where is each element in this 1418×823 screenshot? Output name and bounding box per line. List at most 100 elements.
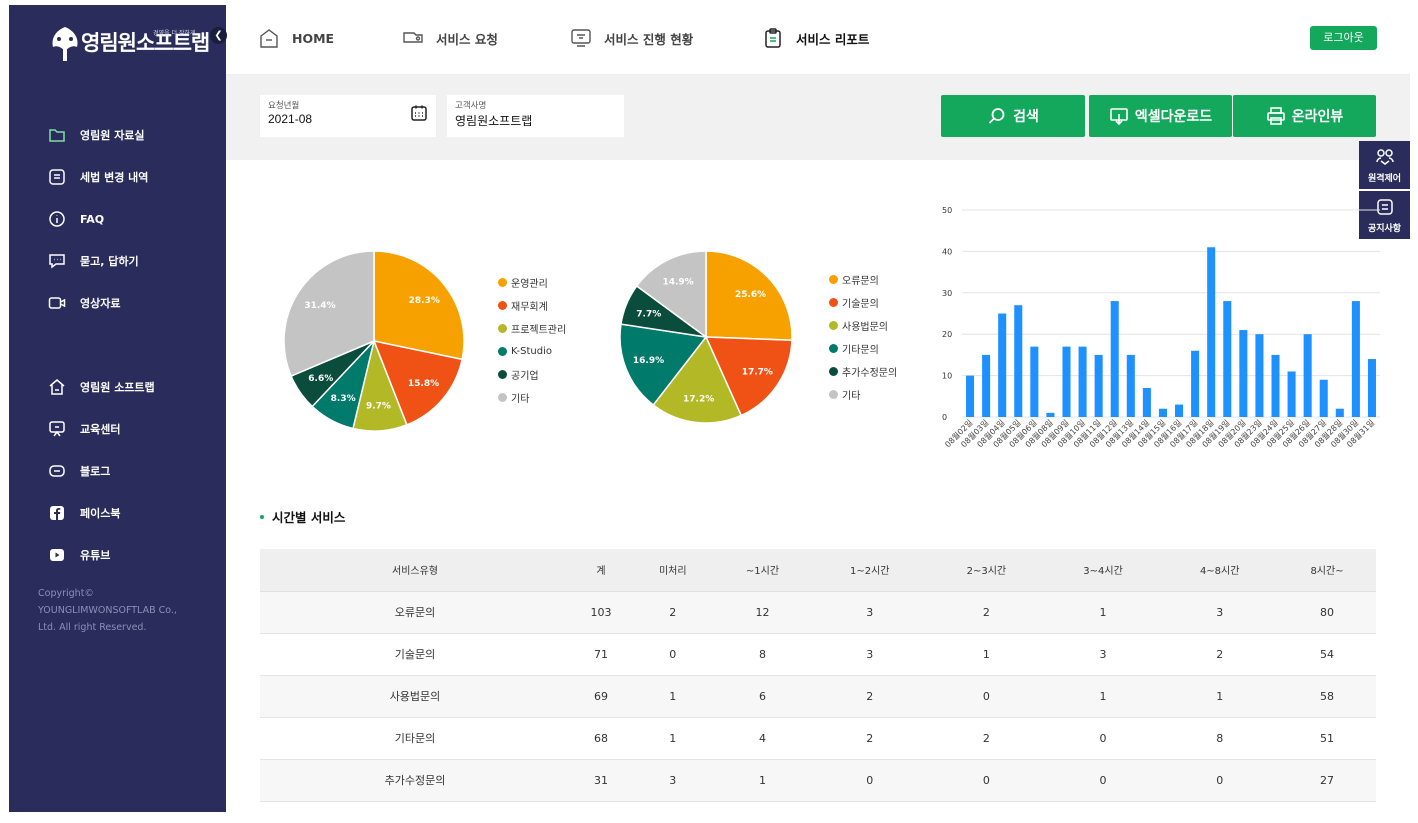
- customer-field[interactable]: 고객사명 영림원소프트랩: [447, 95, 624, 137]
- bar[interactable]: [1271, 354, 1280, 417]
- legend-item[interactable]: 추가수정문의: [829, 360, 897, 383]
- bar[interactable]: [1030, 346, 1039, 417]
- legend-label: 기타문의: [842, 345, 879, 356]
- bar[interactable]: [1207, 247, 1216, 417]
- pie2-legend: 오류문의 기술문의 사용법문의기타문의추가수정문의 기타: [829, 268, 897, 406]
- nav-home[interactable]: HOME: [258, 27, 334, 49]
- sidebar-item-company[interactable]: 영림원 소프트랩: [48, 377, 228, 397]
- month-field[interactable]: 요청년월 2021-08: [260, 95, 436, 137]
- column-header[interactable]: 4~8시간: [1161, 549, 1279, 592]
- logout-button[interactable]: 로그아웃: [1310, 26, 1377, 50]
- legend-item[interactable]: 기타: [498, 386, 566, 409]
- bar[interactable]: [1303, 334, 1312, 417]
- legend-item[interactable]: K-Studio: [498, 340, 566, 363]
- excel-download-button[interactable]: 엑셀다운로드: [1089, 95, 1232, 137]
- online-view-button[interactable]: 온라인뷰: [1233, 95, 1376, 137]
- nav-service-status[interactable]: 서비스 진행 현황: [570, 27, 693, 49]
- sidebar-item-facebook[interactable]: 페이스북: [48, 503, 228, 523]
- sidebar-item-label: 영상자료: [80, 297, 121, 310]
- legend-item[interactable]: 오류문의: [829, 268, 897, 291]
- bar[interactable]: [1142, 388, 1151, 417]
- table-row[interactable]: 기술문의 71 0 8 3 1 3 2 54: [260, 633, 1376, 676]
- column-header[interactable]: ~1시간: [713, 549, 812, 592]
- bar[interactable]: [1014, 305, 1023, 417]
- bar[interactable]: [1191, 350, 1200, 417]
- bar[interactable]: [998, 313, 1007, 418]
- table-row[interactable]: 추가수정문의 31 3 1 0 0 0 0 27: [260, 759, 1376, 802]
- sidebar-collapse-button[interactable]: ❮: [210, 27, 227, 44]
- search-button[interactable]: 검색: [941, 95, 1085, 137]
- sidebar-item-faq[interactable]: FAQ: [48, 209, 228, 229]
- calendar-icon[interactable]: [410, 104, 428, 122]
- bar[interactable]: [1078, 346, 1087, 417]
- column-header[interactable]: 2~3시간: [928, 549, 1045, 592]
- legend-item[interactable]: 기타: [829, 383, 897, 406]
- bar[interactable]: [1175, 404, 1184, 417]
- table-cell: 2: [1161, 633, 1279, 676]
- folder-icon: [49, 129, 65, 142]
- table-row[interactable]: 기타문의 68 1 4 2 2 0 8 51: [260, 717, 1376, 760]
- bar[interactable]: [1046, 412, 1055, 417]
- column-header[interactable]: 3~4시간: [1044, 549, 1162, 592]
- nav-service-report[interactable]: 서비스 리포트: [762, 27, 869, 49]
- legend-item[interactable]: 기타문의: [829, 337, 897, 360]
- table-row[interactable]: 오류문의 103 2 12 3 2 1 3 80: [260, 591, 1376, 634]
- bar[interactable]: [1126, 354, 1135, 417]
- table-cell: 103: [570, 591, 632, 634]
- nav-label: HOME: [292, 30, 335, 46]
- y-tick-label: 50: [942, 206, 952, 215]
- sidebar-item-archive[interactable]: 영림원 자료실: [48, 125, 228, 145]
- bar[interactable]: [1223, 301, 1232, 417]
- legend-item[interactable]: 공기업: [498, 363, 566, 386]
- bar[interactable]: [1062, 346, 1071, 417]
- bar[interactable]: [1287, 371, 1296, 417]
- bar[interactable]: [1351, 301, 1360, 417]
- y-tick-label: 40: [942, 247, 952, 256]
- sidebar-item-education[interactable]: 교육센터: [48, 419, 228, 439]
- legend-item[interactable]: 프로젝트관리: [498, 317, 566, 340]
- bar[interactable]: [1158, 408, 1167, 417]
- legend-item[interactable]: 재무회계: [498, 294, 566, 317]
- pie1-legend: 운영관리재무회계 프로젝트관리 K-Studio 공기업 기타: [498, 271, 566, 409]
- sidebar-item-blog[interactable]: 블로그: [48, 461, 228, 481]
- bar[interactable]: [1110, 301, 1119, 417]
- bar[interactable]: [1367, 359, 1376, 417]
- sidebar-item-qna[interactable]: 묻고, 답하기: [48, 251, 228, 271]
- sidebar-item-youtube[interactable]: 유튜브: [48, 545, 228, 565]
- month-value: 2021-08: [268, 112, 313, 126]
- bar[interactable]: [1255, 334, 1264, 417]
- bar[interactable]: [966, 375, 975, 417]
- chat-bubble-icon: [49, 254, 65, 269]
- chevron-left-icon: ❮: [214, 30, 223, 41]
- column-header[interactable]: 미처리: [632, 549, 714, 592]
- company-logo[interactable]: 영림원소프트랩 경영을 더 잘하게: [45, 19, 215, 67]
- sidebar-item-tax-changes[interactable]: 세법 변경 내역: [48, 167, 228, 187]
- legend-item[interactable]: 운영관리: [498, 271, 566, 294]
- table-cell: 2: [811, 717, 929, 760]
- legend-item[interactable]: 사용법문의: [829, 314, 897, 337]
- filter-bar: 요청년월 2021-08 고객사명 영림원소프트랩 검색 엑셀다운로드 온라인뷰: [226, 75, 1410, 160]
- column-header[interactable]: 서비스유형: [260, 549, 570, 592]
- sidebar-item-label: 페이스북: [80, 507, 121, 520]
- nav-service-request[interactable]: 서비스 요청: [402, 27, 498, 49]
- bar[interactable]: [1239, 330, 1248, 417]
- legend-label: 운영관리: [511, 279, 548, 290]
- info-chat-icon: [49, 211, 65, 227]
- table-cell: 1: [632, 717, 714, 760]
- table-row[interactable]: 사용법문의 69 1 6 2 0 1 1 58: [260, 675, 1376, 718]
- table-cell: 1: [632, 675, 714, 718]
- customer-value: 영림원소프트랩: [455, 114, 533, 128]
- blog-icon: [49, 465, 65, 477]
- legend-item[interactable]: 기술문의: [829, 291, 897, 314]
- bar[interactable]: [1319, 379, 1328, 417]
- column-header[interactable]: 8시간~: [1278, 549, 1376, 592]
- bar[interactable]: [982, 354, 991, 417]
- table-cell: 2: [632, 591, 714, 634]
- column-header[interactable]: 1~2시간: [811, 549, 929, 592]
- remote-control-widget[interactable]: 원격제어: [1359, 141, 1410, 189]
- bar[interactable]: [1335, 408, 1344, 417]
- bar[interactable]: [1094, 354, 1103, 417]
- sidebar-item-videos[interactable]: 영상자료: [48, 293, 228, 313]
- column-header[interactable]: 계: [570, 549, 632, 592]
- online-view-label: 온라인뷰: [1291, 109, 1344, 125]
